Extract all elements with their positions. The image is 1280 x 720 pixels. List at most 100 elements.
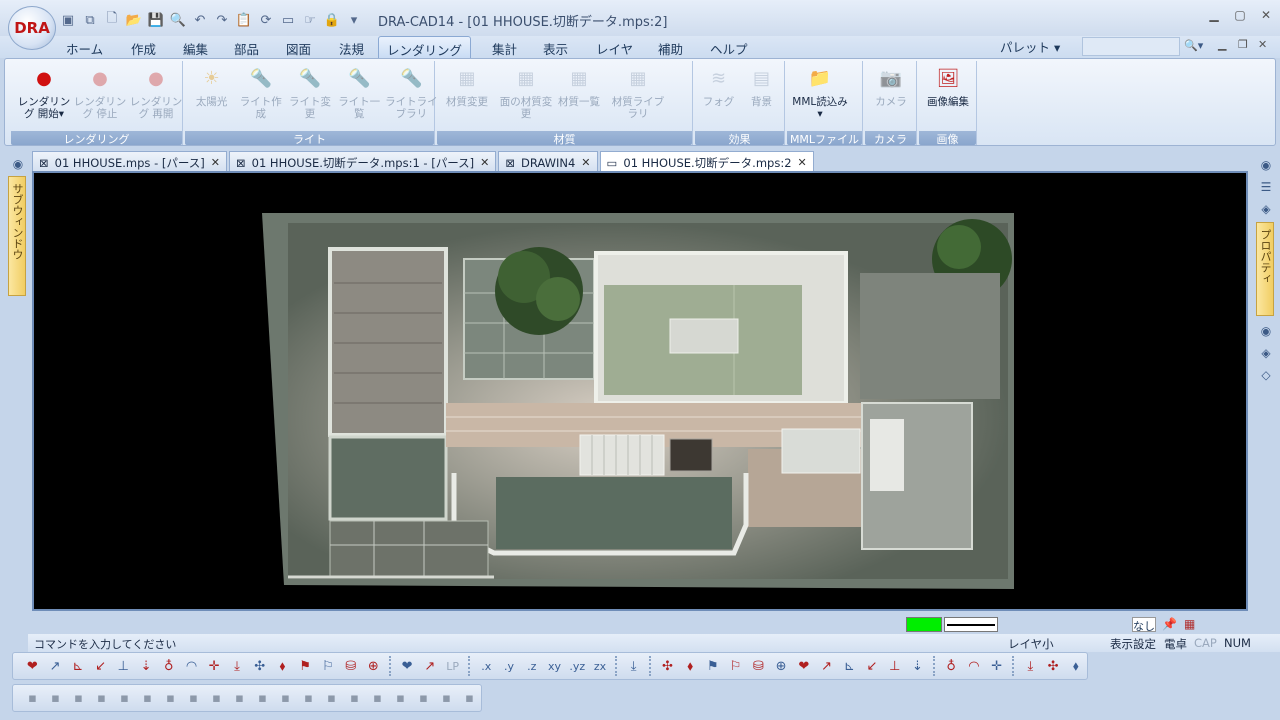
ribbon-button-1-0[interactable]: ☀ 太陽光 xyxy=(187,65,237,109)
dist-icon[interactable]: ⬧ xyxy=(271,655,294,677)
ribbon-button-0-1[interactable]: ● レンダリング 停止 xyxy=(72,65,128,121)
document-tab-1[interactable]: ⊠ 01 HHOUSE.切断データ.mps:1 - [パース] ✕ xyxy=(229,151,497,171)
snap-icon[interactable]: ❤ xyxy=(396,655,419,677)
ungroup-icon[interactable]: ◠ xyxy=(963,655,986,677)
x-icon[interactable]: .x xyxy=(475,655,498,677)
zx-icon[interactable]: zx xyxy=(589,655,612,677)
t2-f-icon[interactable]: ▪ xyxy=(136,687,159,709)
new-icon[interactable]: 🗋 xyxy=(102,10,122,30)
group-icon[interactable]: ♁ xyxy=(940,655,963,677)
2d3d-icon[interactable]: ▣ xyxy=(58,10,78,30)
t2-h-icon[interactable]: ▪ xyxy=(182,687,205,709)
select-all-icon[interactable]: ✣ xyxy=(656,655,679,677)
undo-icon[interactable]: ↶ xyxy=(190,10,210,30)
pin-icon[interactable]: ❤ xyxy=(21,655,44,677)
t2-q-icon[interactable]: ▪ xyxy=(389,687,412,709)
tab-close-icon[interactable]: ✕ xyxy=(798,156,807,169)
side-tool-1-icon[interactable]: ◉ xyxy=(1258,158,1274,174)
close-icon[interactable]: ✕ xyxy=(1258,8,1274,24)
menu-10[interactable]: 補助 xyxy=(650,38,691,59)
target-icon[interactable]: ✛ xyxy=(203,655,226,677)
t2-r-icon[interactable]: ▪ xyxy=(412,687,435,709)
t2-t-icon[interactable]: ▪ xyxy=(458,687,481,709)
split-icon[interactable]: ⛁ xyxy=(747,655,770,677)
menu-9[interactable]: レイヤ xyxy=(588,38,641,59)
menu-0[interactable]: ホーム xyxy=(58,38,111,59)
drop-icon[interactable]: ⇣ xyxy=(135,655,158,677)
pick-icon[interactable]: ⬧ xyxy=(679,655,702,677)
menu-1[interactable]: 作成 xyxy=(123,38,164,59)
t2-b-icon[interactable]: ▪ xyxy=(44,687,67,709)
menu-11[interactable]: ヘルプ xyxy=(702,38,756,59)
arrow-icon[interactable]: ↙ xyxy=(89,655,112,677)
swap-icon[interactable]: ⤓ xyxy=(622,655,645,677)
t2-n-icon[interactable]: ▪ xyxy=(320,687,343,709)
menu-5[interactable]: 法規 xyxy=(331,38,372,59)
t2-j-icon[interactable]: ▪ xyxy=(228,687,251,709)
layers-icon[interactable]: ⊥ xyxy=(883,655,906,677)
lasso-icon[interactable]: ↗ xyxy=(815,655,838,677)
t2-a-icon[interactable]: ▪ xyxy=(21,687,44,709)
side-tool-6-icon[interactable]: ◇ xyxy=(1258,368,1274,384)
t2-l-icon[interactable]: ▪ xyxy=(274,687,297,709)
side-tool-3-icon[interactable]: ◈ xyxy=(1258,202,1274,218)
copy-doc-icon[interactable]: ⧉ xyxy=(80,10,100,30)
document-tab-2[interactable]: ⊠ DRAWIN4 ✕ xyxy=(498,151,598,171)
ribbon-button-1-4[interactable]: 🔦 ライトライブラリ xyxy=(383,65,439,121)
t2-e-icon[interactable]: ▪ xyxy=(113,687,136,709)
document-tab-3[interactable]: ▭ 01 HHOUSE.切断データ.mps:2 ✕ xyxy=(599,151,814,171)
flag-icon[interactable]: ⚐ xyxy=(317,655,340,677)
ribbon-button-0-0[interactable]: ● レンダリング 開始▾ xyxy=(16,65,72,121)
menu-6[interactable]: レンダリング xyxy=(378,36,472,58)
menu-7[interactable]: 集計 xyxy=(484,38,525,59)
ribbon-button-1-1[interactable]: 🔦 ライト作成 xyxy=(236,65,286,121)
t2-c-icon[interactable]: ▪ xyxy=(67,687,90,709)
menu-8[interactable]: 表示 xyxy=(535,38,576,59)
menu-2[interactable]: 編集 xyxy=(175,38,216,59)
calculator-button[interactable]: 電卓 xyxy=(1164,636,1187,652)
display-settings-button[interactable]: 表示設定 xyxy=(1110,636,1156,652)
angle-icon[interactable]: ⊾ xyxy=(66,655,89,677)
props-icon[interactable]: ⬧ xyxy=(1064,655,1087,677)
side-tool-4-icon[interactable]: ◉ xyxy=(1258,324,1274,340)
t2-d-icon[interactable]: ▪ xyxy=(90,687,113,709)
save-icon[interactable]: 💾 xyxy=(146,10,166,30)
ribbon-button-2-2[interactable]: ▦ 材質一覧 xyxy=(554,65,604,109)
property-panel[interactable]: プロパティ xyxy=(1256,222,1274,316)
lp-icon[interactable]: LP xyxy=(441,655,464,677)
t2-k-icon[interactable]: ▪ xyxy=(251,687,274,709)
ribbon-button-2-0[interactable]: ▦ 材質変更 xyxy=(442,65,492,109)
app-logo[interactable]: DRA xyxy=(8,6,56,50)
layer-none-indicator[interactable]: なし xyxy=(1132,617,1156,633)
grid-indicator-icon[interactable]: ▦ xyxy=(1184,617,1195,631)
copy-win-icon[interactable]: ✣ xyxy=(1042,655,1065,677)
grid-icon[interactable]: ⊕ xyxy=(362,655,385,677)
pin-panel-icon[interactable]: ◉ xyxy=(10,157,26,173)
star-icon[interactable]: ↗ xyxy=(418,655,441,677)
ribbon-button-1-2[interactable]: 🔦 ライト変更 xyxy=(285,65,335,121)
stamp-icon[interactable]: ⛁ xyxy=(339,655,362,677)
ribbon-button-4-0[interactable]: 📁 MML読込み▾ xyxy=(792,65,848,121)
tab-close-icon[interactable]: ✕ xyxy=(581,156,590,169)
t2-p-icon[interactable]: ▪ xyxy=(366,687,389,709)
ribbon-button-2-1[interactable]: ▦ 面の材質変更 xyxy=(498,65,554,121)
document-tab-0[interactable]: ⊠ 01 HHOUSE.mps - [パース] ✕ xyxy=(32,151,227,171)
clipboard-icon[interactable]: 📋 xyxy=(234,10,254,30)
box-select-icon[interactable]: ⚐ xyxy=(724,655,747,677)
perp-icon[interactable]: ⊥ xyxy=(112,655,135,677)
side-tool-2-icon[interactable]: ☰ xyxy=(1258,180,1274,196)
preview-icon[interactable]: 🔍 xyxy=(168,10,188,30)
ribbon-button-1-3[interactable]: 🔦 ライト一覧 xyxy=(334,65,384,121)
pin-indicator-icon[interactable]: 📌 xyxy=(1162,617,1177,631)
menu-3[interactable]: 部品 xyxy=(226,38,267,59)
arc-icon[interactable]: ◠ xyxy=(180,655,203,677)
rotate-icon[interactable]: ⤓ xyxy=(1019,655,1042,677)
ribbon-button-5-0[interactable]: 📷 カメラ xyxy=(866,65,916,109)
layer-size-status[interactable]: レイヤ小 xyxy=(1008,636,1054,652)
minimize-icon[interactable]: ▁ xyxy=(1206,8,1222,24)
tri-icon[interactable]: ✣ xyxy=(248,655,271,677)
filter-icon[interactable]: ❤ xyxy=(792,655,815,677)
search-input[interactable] xyxy=(1082,37,1180,56)
dropdown-icon[interactable]: ▾ xyxy=(344,10,364,30)
render-viewport[interactable] xyxy=(32,171,1248,611)
